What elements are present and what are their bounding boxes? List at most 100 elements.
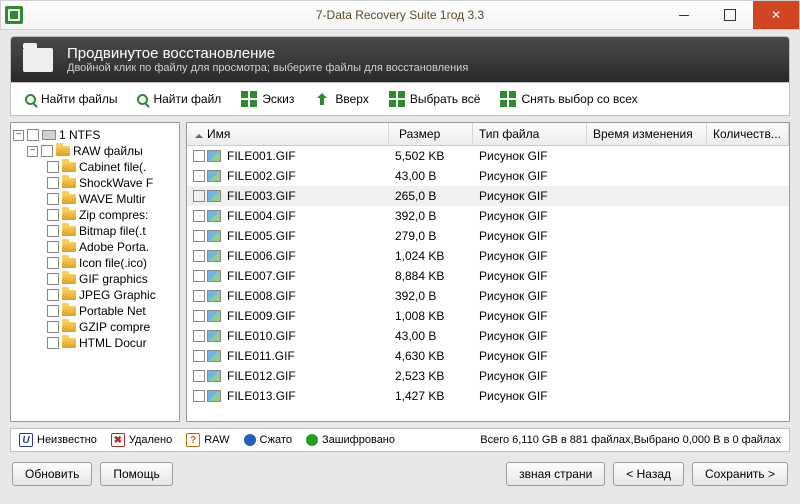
checkbox[interactable] (193, 190, 205, 202)
tree-item[interactable]: Portable Net (13, 303, 177, 319)
tree-root[interactable]: − 1 NTFS (13, 127, 177, 143)
checkbox[interactable] (193, 310, 205, 322)
find-file-button[interactable]: Найти файл (129, 87, 229, 111)
file-row[interactable]: FILE006.GIF1,024 KBРисунок GIF (187, 246, 789, 266)
col-count[interactable]: Количеств... (707, 123, 789, 145)
refresh-button[interactable]: Обновить (12, 462, 92, 486)
checkbox[interactable] (193, 150, 205, 162)
save-button[interactable]: Сохранить > (692, 462, 788, 486)
help-button[interactable]: Помощь (100, 462, 172, 486)
thumbnails-label: Эскиз (262, 92, 294, 106)
checkbox[interactable] (47, 289, 59, 301)
file-type: Рисунок GIF (473, 188, 587, 204)
minimize-button[interactable] (661, 1, 707, 29)
file-row[interactable]: FILE007.GIF8,884 KBРисунок GIF (187, 266, 789, 286)
checkbox[interactable] (47, 305, 59, 317)
checkbox[interactable] (47, 177, 59, 189)
checkbox[interactable] (47, 193, 59, 205)
checkbox[interactable] (47, 209, 59, 221)
checkbox[interactable] (193, 350, 205, 362)
file-row[interactable]: FILE004.GIF392,0 BРисунок GIF (187, 206, 789, 226)
tree-item[interactable]: Zip compres: (13, 207, 177, 223)
file-row[interactable]: FILE011.GIF4,630 KBРисунок GIF (187, 346, 789, 366)
sort-asc-icon (195, 130, 203, 138)
list-body[interactable]: FILE001.GIF5,502 KBРисунок GIFFILE002.GI… (187, 146, 789, 421)
checkbox[interactable] (47, 257, 59, 269)
file-row[interactable]: FILE012.GIF2,523 KBРисунок GIF (187, 366, 789, 386)
main-page-button[interactable]: звная страни (506, 462, 605, 486)
file-row[interactable]: FILE013.GIF1,427 KBРисунок GIF (187, 386, 789, 406)
col-type[interactable]: Тип файла (473, 123, 587, 145)
tree-item-label: Cabinet file(. (79, 160, 146, 174)
checkbox[interactable] (47, 241, 59, 253)
tree-item[interactable]: JPEG Graphic (13, 287, 177, 303)
checkbox[interactable] (47, 161, 59, 173)
tree-item[interactable]: HTML Docur (13, 335, 177, 351)
tree-item[interactable]: Adobe Porta. (13, 239, 177, 255)
file-row[interactable]: FILE001.GIF5,502 KBРисунок GIF (187, 146, 789, 166)
checkbox[interactable] (47, 321, 59, 333)
tree-item[interactable]: Icon file(.ico) (13, 255, 177, 271)
up-button[interactable]: Вверх (306, 87, 376, 111)
checkbox[interactable] (41, 145, 53, 157)
file-type: Рисунок GIF (473, 388, 587, 404)
back-button[interactable]: < Назад (613, 462, 684, 486)
file-time (587, 275, 707, 277)
checkbox[interactable] (193, 330, 205, 342)
col-name[interactable]: Имя (187, 123, 389, 145)
find-files-label: Найти файлы (41, 92, 117, 106)
checkbox[interactable] (193, 250, 205, 262)
grid-icon (389, 91, 405, 107)
file-row[interactable]: FILE002.GIF43,00 BРисунок GIF (187, 166, 789, 186)
folder-icon (62, 162, 76, 172)
find-files-button[interactable]: Найти файлы (17, 87, 125, 111)
checkbox[interactable] (47, 225, 59, 237)
file-row[interactable]: FILE005.GIF279,0 BРисунок GIF (187, 226, 789, 246)
file-row[interactable]: FILE003.GIF265,0 BРисунок GIF (187, 186, 789, 206)
maximize-button[interactable] (707, 1, 753, 29)
checkbox[interactable] (193, 390, 205, 402)
col-name-label: Имя (207, 127, 230, 141)
checkbox[interactable] (193, 230, 205, 242)
thumbnails-button[interactable]: Эскиз (233, 87, 302, 111)
collapse-icon[interactable]: − (13, 130, 24, 141)
tree-item[interactable]: GIF graphics (13, 271, 177, 287)
checkbox[interactable] (193, 210, 205, 222)
file-time (587, 155, 707, 157)
file-count (707, 355, 789, 357)
close-button[interactable] (753, 1, 799, 29)
checkbox[interactable] (193, 290, 205, 302)
checkbox[interactable] (27, 129, 39, 141)
file-count (707, 215, 789, 217)
file-row[interactable]: FILE008.GIF392,0 BРисунок GIF (187, 286, 789, 306)
tree-item[interactable]: WAVE Multir (13, 191, 177, 207)
checkbox[interactable] (193, 370, 205, 382)
file-row[interactable]: FILE010.GIF43,00 BРисунок GIF (187, 326, 789, 346)
file-count (707, 335, 789, 337)
image-icon (207, 310, 221, 322)
tree-item[interactable]: ShockWave F (13, 175, 177, 191)
file-time (587, 175, 707, 177)
col-time[interactable]: Время изменения (587, 123, 707, 145)
tree-group[interactable]: −RAW файлы (13, 143, 177, 159)
checkbox[interactable] (193, 270, 205, 282)
checkbox[interactable] (193, 170, 205, 182)
tree-item[interactable]: Bitmap file(.t (13, 223, 177, 239)
legend-compressed-label: Сжато (260, 434, 292, 446)
collapse-icon[interactable]: − (27, 146, 38, 157)
image-icon (207, 350, 221, 362)
file-count (707, 395, 789, 397)
tree-item[interactable]: GZIP compre (13, 319, 177, 335)
select-all-button[interactable]: Выбрать всё (381, 87, 489, 111)
file-name: FILE011.GIF (227, 349, 295, 363)
find-file-label: Найти файл (153, 92, 221, 106)
tree-root-label: 1 NTFS (59, 128, 100, 142)
deselect-all-button[interactable]: Снять выбор со всех (492, 87, 645, 111)
file-name: FILE008.GIF (227, 289, 296, 303)
checkbox[interactable] (47, 273, 59, 285)
col-size[interactable]: Размер (389, 123, 473, 145)
file-row[interactable]: FILE009.GIF1,008 KBРисунок GIF (187, 306, 789, 326)
checkbox[interactable] (47, 337, 59, 349)
folder-tree[interactable]: − 1 NTFS −RAW файлы Cabinet file(.ShockWa… (10, 122, 180, 422)
tree-item[interactable]: Cabinet file(. (13, 159, 177, 175)
